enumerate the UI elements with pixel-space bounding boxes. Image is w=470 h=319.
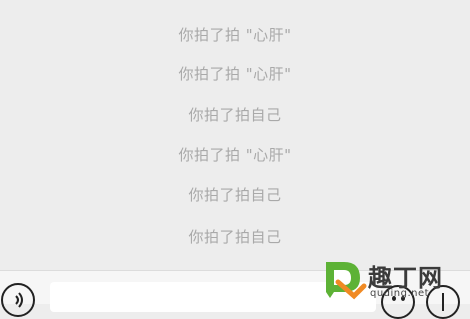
voice-button[interactable] (1, 283, 35, 317)
system-notice: 你拍了拍自己 (188, 228, 282, 246)
site-watermark: 趣丁网 quding.net (320, 252, 470, 303)
voice-icon (15, 292, 23, 308)
system-notice: 你拍了拍自己 (188, 186, 282, 204)
watermark-logo-icon (326, 262, 367, 300)
system-notice: 你拍了拍 "心肝" (178, 65, 292, 83)
chat-area: 你拍了拍 "心肝" 你拍了拍 "心肝" 你拍了拍自己 你拍了拍 "心肝" 你拍了… (0, 0, 470, 268)
watermark-subtext: quding.net (370, 288, 430, 299)
system-notice: 你拍了拍 "心肝" (178, 26, 292, 44)
system-notice: 你拍了拍 "心肝" (178, 146, 292, 164)
system-notice: 你拍了拍自己 (188, 106, 282, 124)
